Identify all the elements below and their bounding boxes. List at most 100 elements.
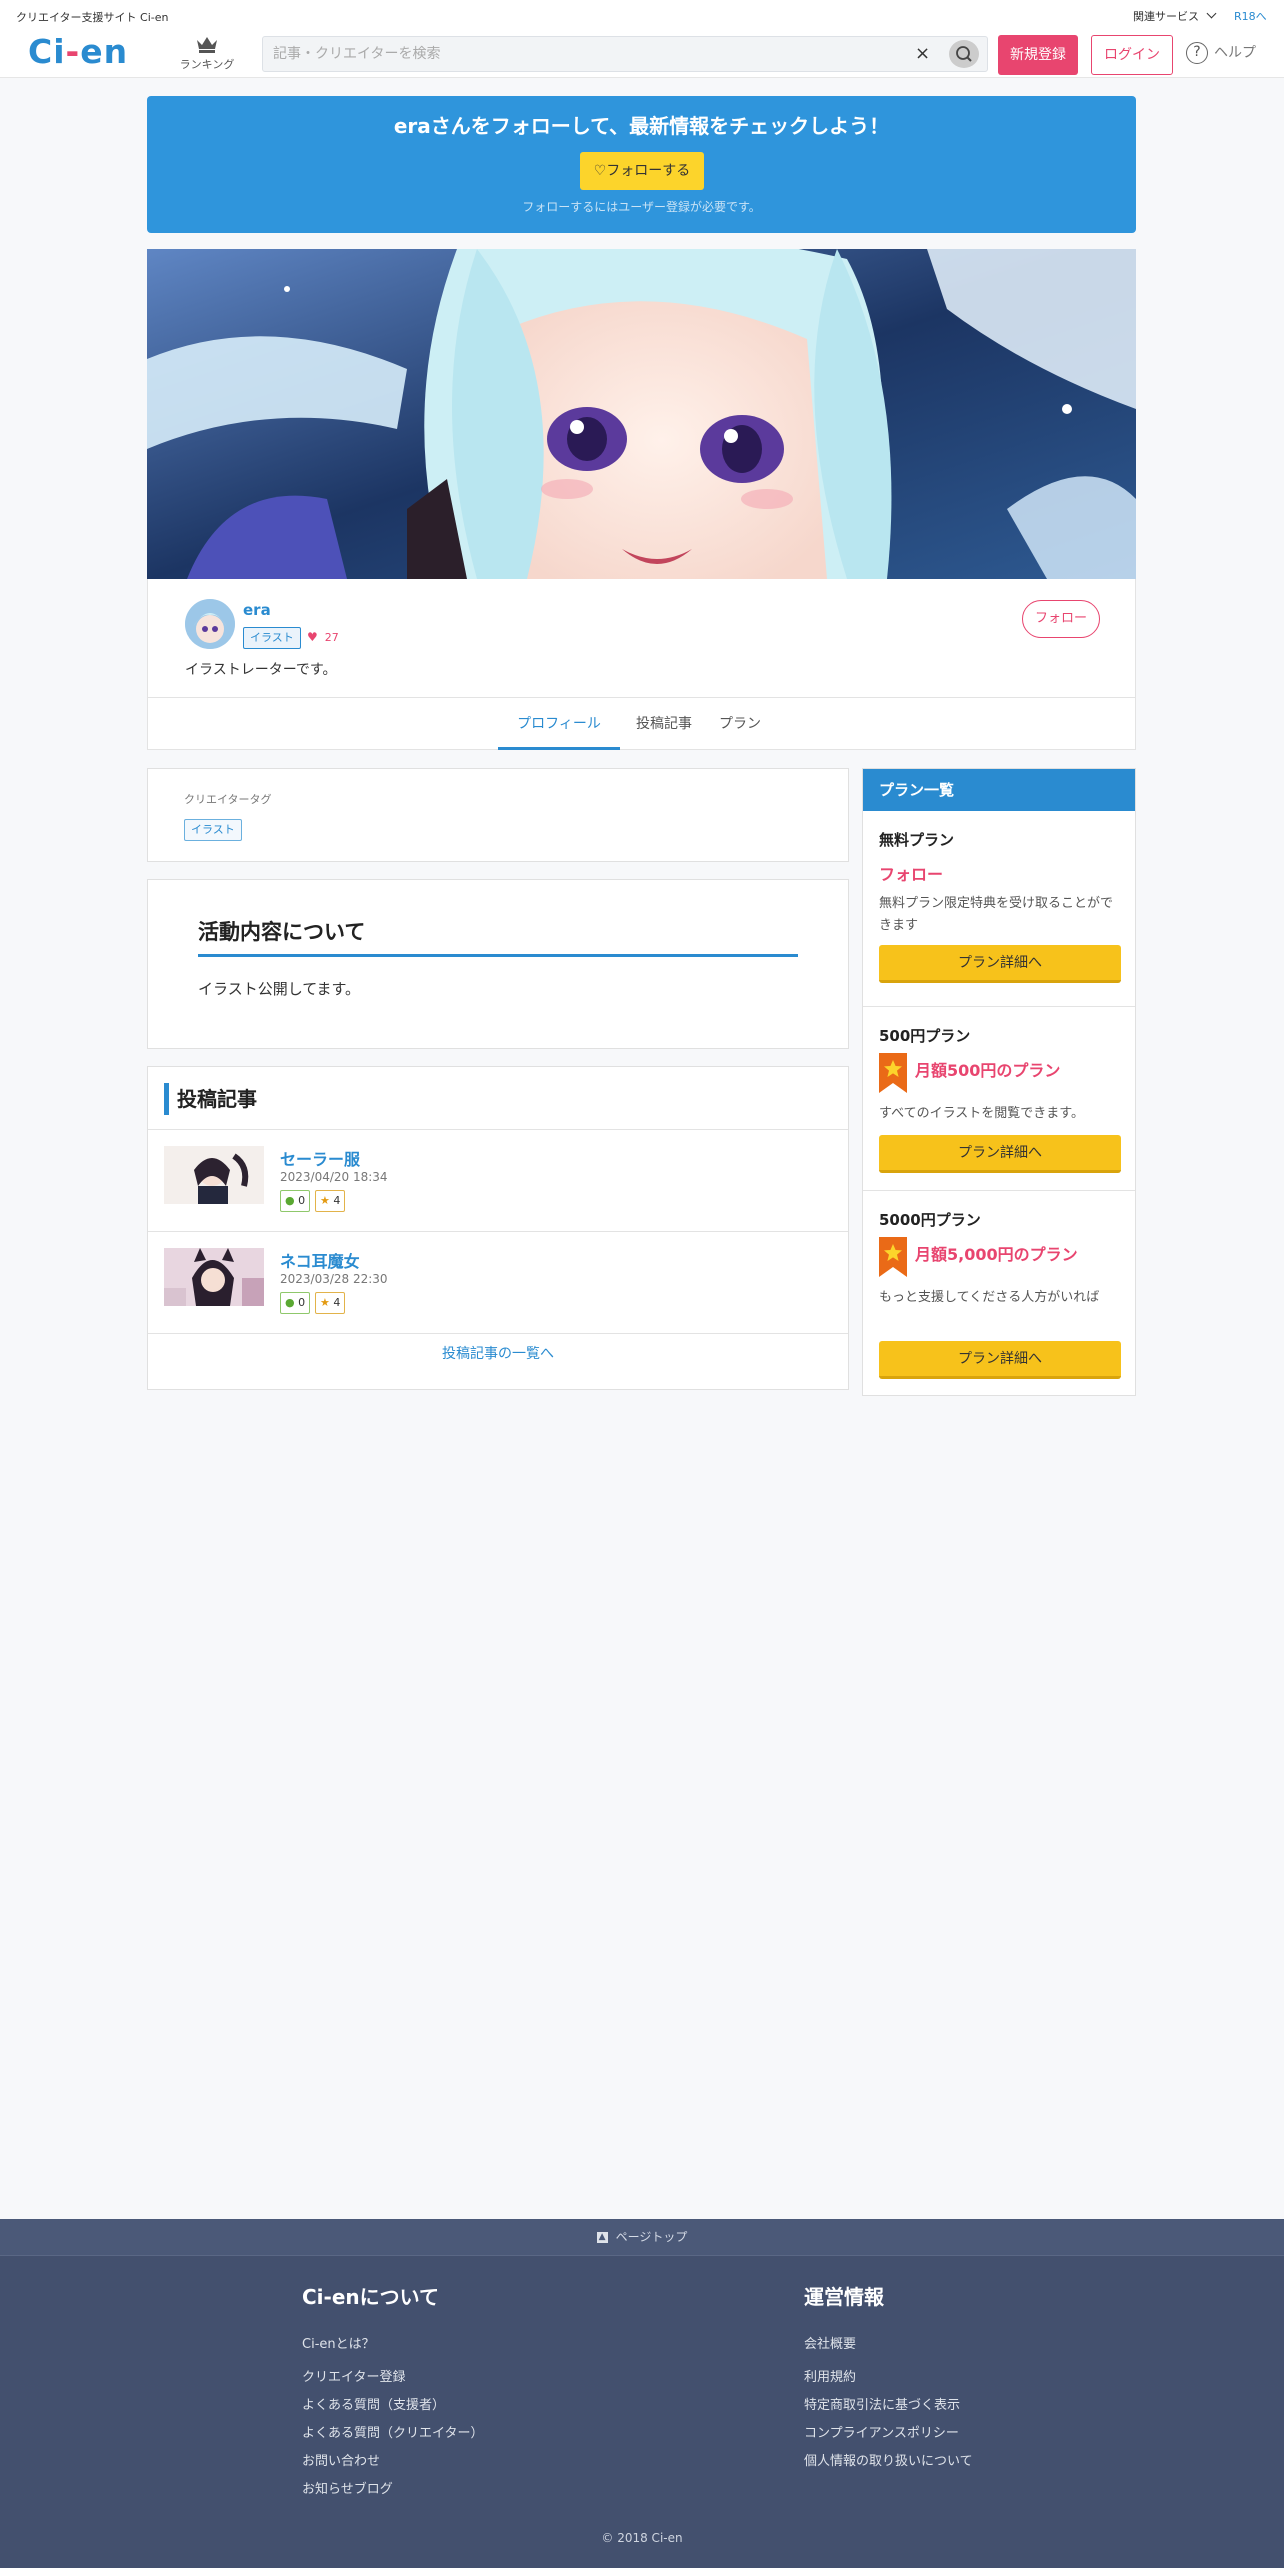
star-count: ★ 4 [315, 1190, 346, 1212]
register-button[interactable]: 新規登録 [998, 35, 1078, 75]
banner-follow-button[interactable]: ♡フォローする [580, 152, 704, 190]
footer-link[interactable]: お問い合わせ [302, 2450, 380, 2469]
help-label: ヘルプ [1214, 45, 1256, 61]
star-icon: ★ [320, 1194, 330, 1207]
footer-about-heading: Ci-enについて [302, 2285, 440, 2309]
plan-detail-button[interactable]: プラン詳細へ [879, 1341, 1121, 1379]
search-icon [956, 46, 972, 62]
plans-panel: プラン一覧 無料プラン フォロー 無料プラン限定特典を受け取ることができます プ… [862, 768, 1136, 1396]
plan-detail-button[interactable]: プラン詳細へ [879, 1135, 1121, 1173]
follow-banner: eraさんをフォローして、最新情報をチェックしよう！ ♡フォローする フォローす… [147, 96, 1136, 233]
comment-count-value: 0 [298, 1296, 306, 1309]
plan-title: 月額5,000円のプラン [915, 1245, 1078, 1264]
star-count-value: 4 [333, 1296, 341, 1309]
related-services-label: 関連サービス [1133, 10, 1199, 23]
footer-link[interactable]: クリエイター登録 [302, 2366, 405, 2385]
footer-link[interactable]: よくある質問（支援者） [302, 2394, 445, 2413]
plan-card: 無料プラン フォロー 無料プラン限定特典を受け取ることができます プラン詳細へ [863, 811, 1135, 997]
tab-posts[interactable]: 投稿記事 [622, 698, 706, 750]
creator-description: イラストレーターです。 [185, 662, 337, 678]
comment-icon: ● [285, 1194, 295, 1207]
follow-button[interactable]: フォロー [1022, 600, 1100, 638]
related-services-menu[interactable]: 関連サービス [1133, 8, 1216, 24]
logo[interactable]: Ci-en [28, 32, 128, 71]
header-illustration [147, 249, 1136, 579]
post-date: 2023/04/20 18:34 [280, 1170, 388, 1184]
footer-ops-heading: 運営情報 [804, 2285, 884, 2309]
comment-icon: ● [285, 1296, 295, 1309]
banner-title: eraさんをフォローして、最新情報をチェックしよう！ [393, 114, 890, 138]
creator-tags-label: クリエイタータグ [184, 793, 272, 806]
ranking-link[interactable]: ランキング [172, 32, 242, 72]
creator-tag[interactable]: イラスト [184, 819, 242, 841]
divider [148, 1333, 848, 1334]
footer-link[interactable]: よくある質問（クリエイター） [302, 2422, 483, 2441]
avatar[interactable] [185, 599, 235, 649]
plan-ribbon-icon [879, 1237, 907, 1277]
search-button[interactable] [949, 40, 979, 68]
post-title[interactable]: セーラー服 [280, 1146, 360, 1170]
chevron-down-icon [1206, 8, 1216, 19]
profile-tabs: プロフィール 投稿記事 プラン [148, 697, 1135, 750]
footer-link[interactable]: Ci-enとは？ [302, 2333, 375, 2352]
plan-title: 月額500円のプラン [915, 1061, 1061, 1080]
footer-link[interactable]: 利用規約 [804, 2366, 856, 2385]
copyright: © 2018 Ci-en [601, 2531, 683, 2545]
posts-heading: 投稿記事 [164, 1083, 257, 1115]
list-item[interactable]: ネコ耳魔女 2023/03/28 22:30 ● 0 ★ 4 [148, 1232, 848, 1332]
creator-name[interactable]: era [243, 601, 271, 619]
plan-name: 5000円プラン [879, 1211, 981, 1229]
footer-link[interactable]: コンプライアンスポリシー [804, 2422, 959, 2441]
star-count: ★ 4 [315, 1292, 346, 1314]
plan-description: もっと支援してくださる人方がいれば [879, 1290, 1100, 1305]
star-count-value: 4 [333, 1194, 341, 1207]
plans-heading: プラン一覧 [863, 769, 1135, 811]
footer-link[interactable]: 個人情報の取り扱いについて [804, 2450, 973, 2469]
plan-description: すべてのイラストを閲覧できます。 [879, 1106, 1085, 1121]
creator-category-tag[interactable]: イラスト [243, 627, 301, 649]
crown-icon [197, 37, 217, 53]
plan-card: 500円プラン 月額500円のプラン すべてのイラストを閲覧できます。 プラン詳… [863, 1006, 1135, 1190]
tab-plans[interactable]: プラン [708, 698, 772, 750]
logo-dash: - [65, 32, 81, 71]
activity-panel: 活動内容について イラスト公開してます。 [147, 879, 849, 1049]
page-top-link[interactable]: ▲ ページトップ [0, 2219, 1284, 2256]
plan-description: 無料プラン限定特典を受け取ることができます [879, 896, 1114, 933]
heart-icon: ♥ [307, 630, 318, 644]
logo-en: en [80, 32, 129, 71]
favorites-number: 27 [324, 631, 339, 644]
tab-profile[interactable]: プロフィール [498, 698, 620, 750]
login-button[interactable]: ログイン [1091, 35, 1173, 75]
plan-detail-button[interactable]: プラン詳細へ [879, 945, 1121, 983]
help-link[interactable]: ? ヘルプ [1186, 42, 1256, 64]
post-thumbnail[interactable] [164, 1146, 264, 1204]
header: Ci-en ランキング × 新規登録 ログイン ? ヘルプ [0, 30, 1284, 78]
post-title[interactable]: ネコ耳魔女 [280, 1248, 360, 1272]
search-input[interactable] [273, 37, 873, 71]
logo-ci: Ci [28, 32, 66, 71]
r18-link[interactable]: R18へ [1234, 8, 1267, 24]
activity-body: イラスト公開してます。 [198, 980, 361, 998]
ranking-label: ランキング [179, 58, 235, 71]
footer-link[interactable]: 特定商取引法に基づく表示 [804, 2394, 960, 2413]
list-item[interactable]: セーラー服 2023/04/20 18:34 ● 0 ★ 4 [148, 1130, 848, 1230]
clear-icon[interactable]: × [915, 43, 930, 64]
plan-title: フォロー [879, 865, 944, 884]
plan-name: 500円プラン [879, 1027, 971, 1045]
posts-more-link[interactable]: 投稿記事の一覧へ [148, 1343, 848, 1363]
post-thumbnail[interactable] [164, 1248, 264, 1306]
activity-heading: 活動内容について [198, 916, 798, 957]
search-box: × [262, 36, 988, 72]
header-image [147, 249, 1136, 579]
footer-link[interactable]: 会社概要 [804, 2333, 856, 2352]
creator-tags-panel: クリエイタータグ イラスト [147, 768, 849, 862]
footer-link[interactable]: お知らせブログ [302, 2478, 393, 2497]
site-name: クリエイター支援サイト Ci-en [16, 11, 169, 24]
comment-count-value: 0 [298, 1194, 306, 1207]
page-top-label: ページトップ [615, 2230, 688, 2244]
arrow-up-icon: ▲ [596, 2232, 608, 2243]
post-date: 2023/03/28 22:30 [280, 1272, 388, 1286]
star-icon: ★ [320, 1296, 330, 1309]
banner-note: フォローするにはユーザー登録が必要です。 [522, 200, 761, 214]
help-icon: ? [1186, 42, 1208, 64]
